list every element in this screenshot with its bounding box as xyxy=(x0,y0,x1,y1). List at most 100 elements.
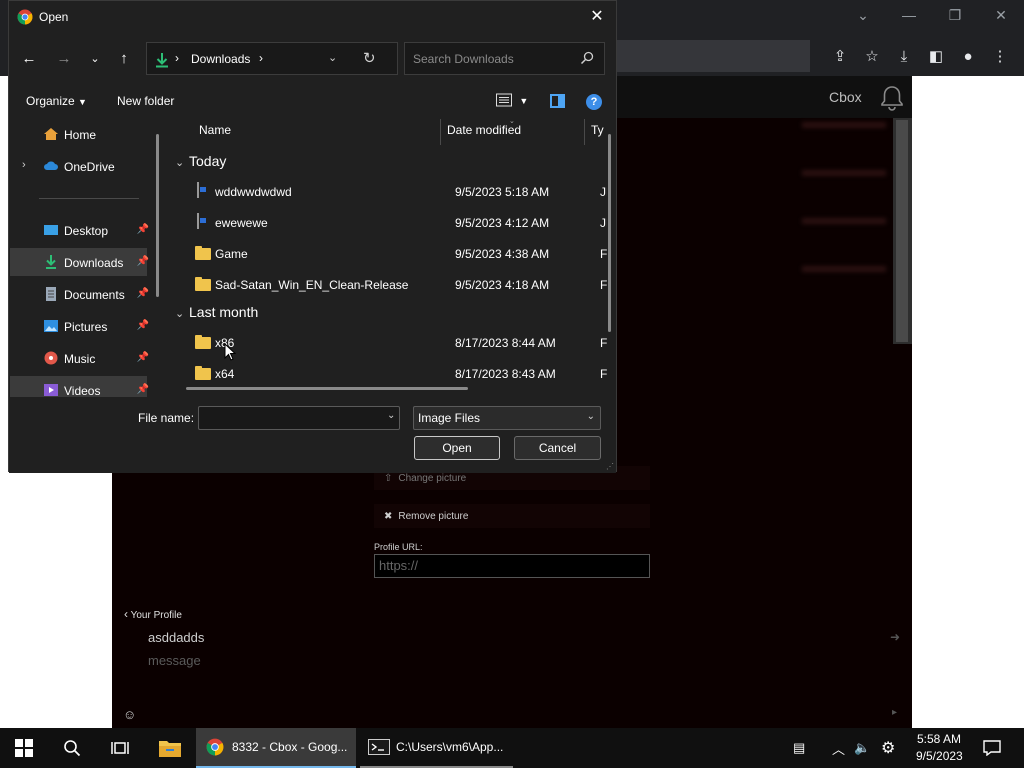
pin-icon[interactable]: 📌 xyxy=(137,224,149,235)
file-type-select[interactable]: Image Files ⌄ xyxy=(413,406,601,430)
file-row[interactable]: wddwwdwdwd 9/5/2023 5:18 AM JP xyxy=(167,177,607,205)
chevron-right-icon[interactable]: › xyxy=(22,159,26,171)
home-icon xyxy=(44,128,58,140)
windows-start-icon[interactable] xyxy=(0,728,48,768)
change-view-button[interactable]: ▼ xyxy=(496,93,528,110)
settings-gear-icon[interactable]: ⚙ xyxy=(881,728,895,768)
chrome-icon xyxy=(17,9,33,25)
upload-icon: ⇧ xyxy=(384,472,393,484)
address-box[interactable]: › Downloads › ⌄ ↻ xyxy=(146,42,398,75)
group-header-today[interactable]: ⌄ Today xyxy=(175,153,226,169)
dropdown-arrow-icon: ▼ xyxy=(78,97,87,107)
search-icon[interactable] xyxy=(48,728,96,768)
arrow-right-icon[interactable]: ▸ xyxy=(892,707,897,718)
group-header-last-month[interactable]: ⌄ Last month xyxy=(175,304,258,320)
taskbar-terminal-item[interactable]: C:\Users\vm6\App... xyxy=(360,728,513,768)
new-folder-button[interactable]: New folder xyxy=(117,94,174,108)
downloads-icon xyxy=(156,53,168,68)
bell-icon[interactable] xyxy=(878,84,906,115)
open-button[interactable]: Open xyxy=(414,436,500,460)
mouse-cursor-icon xyxy=(224,343,236,361)
close-button[interactable]: ✕ xyxy=(978,0,1024,30)
task-view-icon[interactable] xyxy=(96,728,144,768)
chat-scrollbar-thumb[interactable] xyxy=(896,120,908,342)
emoji-icon[interactable]: ☺ xyxy=(123,707,136,722)
pin-icon[interactable]: 📌 xyxy=(137,320,149,331)
download-icon[interactable]: ⤓ xyxy=(888,40,920,72)
file-name-input[interactable] xyxy=(198,406,400,430)
column-date-modified[interactable]: Date modified xyxy=(447,123,521,137)
folder-row[interactable]: x64 8/17/2023 8:43 AM Fi xyxy=(167,359,607,387)
profile-url-input[interactable]: https:// xyxy=(374,554,650,578)
nav-item-videos[interactable]: Videos 📌 xyxy=(10,376,149,397)
nav-item-documents[interactable]: Documents 📌 xyxy=(10,280,149,308)
back-arrow-icon[interactable]: ← xyxy=(17,48,41,70)
chevron-down-icon: ⌄ xyxy=(175,308,185,320)
side-panel-icon[interactable]: ◧ xyxy=(920,40,952,72)
pin-icon[interactable]: 📌 xyxy=(137,384,149,395)
nav-item-downloads[interactable]: Downloads 📌 xyxy=(10,248,149,276)
address-bar[interactable] xyxy=(614,40,810,72)
notifications-icon[interactable] xyxy=(983,728,1001,768)
documents-icon xyxy=(46,287,56,301)
file-row[interactable]: ewewewe 9/5/2023 4:12 AM JP xyxy=(167,208,607,236)
minimize-button[interactable]: — xyxy=(886,0,932,30)
breadcrumb-downloads[interactable]: Downloads xyxy=(191,52,250,66)
forward-arrow-icon[interactable]: → xyxy=(52,48,76,70)
column-divider[interactable] xyxy=(584,119,585,145)
breadcrumb-chevron-icon[interactable]: › xyxy=(175,51,179,65)
cancel-button[interactable]: Cancel xyxy=(514,436,601,460)
image-file-icon xyxy=(195,182,199,198)
preview-pane-icon[interactable] xyxy=(550,94,565,108)
system-clock[interactable]: 5:58 AM 9/5/2023 xyxy=(916,731,963,765)
your-profile-link[interactable]: ‹ Your Profile xyxy=(124,607,182,621)
more-menu-icon[interactable]: ⋮ xyxy=(984,40,1016,72)
send-icon[interactable]: ➜ xyxy=(890,630,900,644)
nav-item-desktop[interactable]: Desktop 📌 xyxy=(10,216,149,244)
volume-icon[interactable]: 🔈 xyxy=(854,728,870,768)
chevron-down-icon: ⌄ xyxy=(175,157,185,169)
breadcrumb-chevron-icon[interactable]: › xyxy=(259,51,263,65)
file-list-hscrollbar[interactable] xyxy=(186,387,468,390)
resize-grip-icon[interactable]: ⋰ xyxy=(606,462,614,471)
up-arrow-icon[interactable]: ↑ xyxy=(112,48,136,70)
pin-icon[interactable]: 📌 xyxy=(137,352,149,363)
column-type[interactable]: Ty xyxy=(591,123,604,137)
column-name[interactable]: Name xyxy=(199,123,231,137)
share-icon[interactable]: ⇪ xyxy=(824,40,856,72)
address-dropdown-icon[interactable]: ⌄ xyxy=(328,51,337,64)
pin-icon[interactable]: 📌 xyxy=(137,288,149,299)
close-icon[interactable]: ✕ xyxy=(586,6,608,28)
search-input[interactable]: Search Downloads xyxy=(404,42,605,75)
pin-icon[interactable]: 📌 xyxy=(137,256,149,267)
message-input[interactable]: message xyxy=(148,653,201,668)
nav-item-home[interactable]: Home xyxy=(10,120,147,148)
organize-button[interactable]: Organize ▼ xyxy=(26,94,87,108)
refresh-icon[interactable]: ↻ xyxy=(363,49,376,67)
news-icon[interactable]: ▤ xyxy=(793,728,805,768)
bookmark-star-icon[interactable]: ☆ xyxy=(856,40,888,72)
help-icon[interactable]: ? xyxy=(586,94,602,110)
nav-item-onedrive[interactable]: › OneDrive xyxy=(10,152,147,180)
file-list-vscrollbar[interactable] xyxy=(608,134,611,332)
cbox-title: Cbox xyxy=(829,89,862,105)
remove-picture-item[interactable]: ✖ Remove picture xyxy=(374,504,650,528)
restore-button[interactable]: ❐ xyxy=(932,0,978,30)
chevron-down-icon[interactable]: ⌄ xyxy=(840,0,886,30)
file-explorer-icon[interactable] xyxy=(146,728,194,768)
desktop-icon xyxy=(44,225,58,235)
nav-scrollbar[interactable] xyxy=(156,134,159,297)
chevron-up-icon[interactable]: ︿ xyxy=(832,728,845,768)
terminal-icon xyxy=(368,739,390,755)
nav-item-pictures[interactable]: Pictures 📌 xyxy=(10,312,149,340)
folder-row[interactable]: Sad-Satan_Win_EN_Clean-Release 9/5/2023 … xyxy=(167,270,607,298)
folder-row[interactable]: Game 9/5/2023 4:38 AM Fi xyxy=(167,239,607,267)
profile-name-input[interactable]: asddadds xyxy=(148,630,204,645)
profile-icon[interactable]: ● xyxy=(952,40,984,72)
taskbar-chrome-item[interactable]: 8332 - Cbox - Goog... xyxy=(196,728,356,768)
column-divider[interactable] xyxy=(440,119,441,145)
cloud-icon xyxy=(44,161,58,170)
recent-locations-icon[interactable]: ⌄ xyxy=(83,48,107,70)
nav-item-music[interactable]: Music 📌 xyxy=(10,344,149,372)
browser-actions: ⇪ ☆ ⤓ ◧ ● ⋮ xyxy=(824,40,1016,72)
